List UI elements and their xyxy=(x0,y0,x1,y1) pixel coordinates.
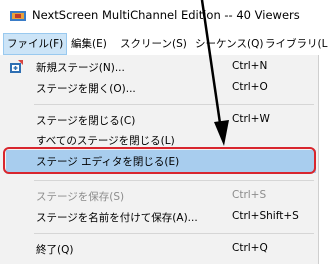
menu-separator xyxy=(34,233,314,234)
window-title: NextScreen MultiChannel Edition -- 40 Vi… xyxy=(32,8,300,22)
menu-edit[interactable]: 編集(E) xyxy=(68,33,110,55)
menu-item-new-stage[interactable]: 新規ステージ(N)... Ctrl+N xyxy=(0,57,318,78)
menu-separator xyxy=(34,180,314,181)
menu-item-save-stage-as[interactable]: ステージを名前を付けて保存(A)... Ctrl+Shift+S xyxy=(0,207,318,228)
menu-item-shortcut: Ctrl+W xyxy=(232,113,270,125)
menu-item-label: ステージを開く(O)... xyxy=(36,83,136,95)
app-icon xyxy=(10,11,26,21)
menu-item-shortcut: Ctrl+S xyxy=(232,189,267,201)
menu-sequence[interactable]: シーケンス(Q) xyxy=(192,33,266,55)
background-window-edge xyxy=(319,55,328,264)
menu-item-shortcut: Ctrl+Q xyxy=(232,242,268,254)
menu-item-label: ステージを名前を付けて保存(A)... xyxy=(36,212,198,224)
menu-item-close-stage[interactable]: ステージを閉じる(C) Ctrl+W xyxy=(0,110,318,131)
title-bar: NextScreen MultiChannel Edition -- 40 Vi… xyxy=(0,0,328,30)
menu-bar: ファイル(F) 編集(E) スクリーン(S) シーケンス(Q) ライブラリ(L) xyxy=(0,33,328,56)
menu-screen[interactable]: スクリーン(S) xyxy=(117,33,190,55)
menu-item-label: ステージを保存(S) xyxy=(36,191,125,203)
menu-file[interactable]: ファイル(F) xyxy=(3,33,68,55)
menu-item-shortcut: Ctrl+Shift+S xyxy=(232,210,299,222)
menu-item-label: すべてのステージを閉じる(L) xyxy=(36,135,175,147)
menu-item-shortcut: Ctrl+O xyxy=(232,81,268,93)
menu-item-shortcut: Ctrl+N xyxy=(232,60,268,72)
menu-item-exit[interactable]: 終了(Q) Ctrl+Q xyxy=(0,239,318,260)
menu-item-label: 終了(Q) xyxy=(36,244,74,256)
menu-library[interactable]: ライブラリ(L) xyxy=(262,33,328,55)
menu-item-label: ステージを閉じる(C) xyxy=(36,115,136,127)
menu-item-label: 新規ステージ(N)... xyxy=(36,62,125,74)
annotation-red-box xyxy=(3,147,316,174)
menu-item-save-stage: ステージを保存(S) Ctrl+S xyxy=(0,186,318,207)
menu-separator xyxy=(34,104,314,105)
menu-item-open-stage[interactable]: ステージを開く(O)... Ctrl+O xyxy=(0,78,318,99)
